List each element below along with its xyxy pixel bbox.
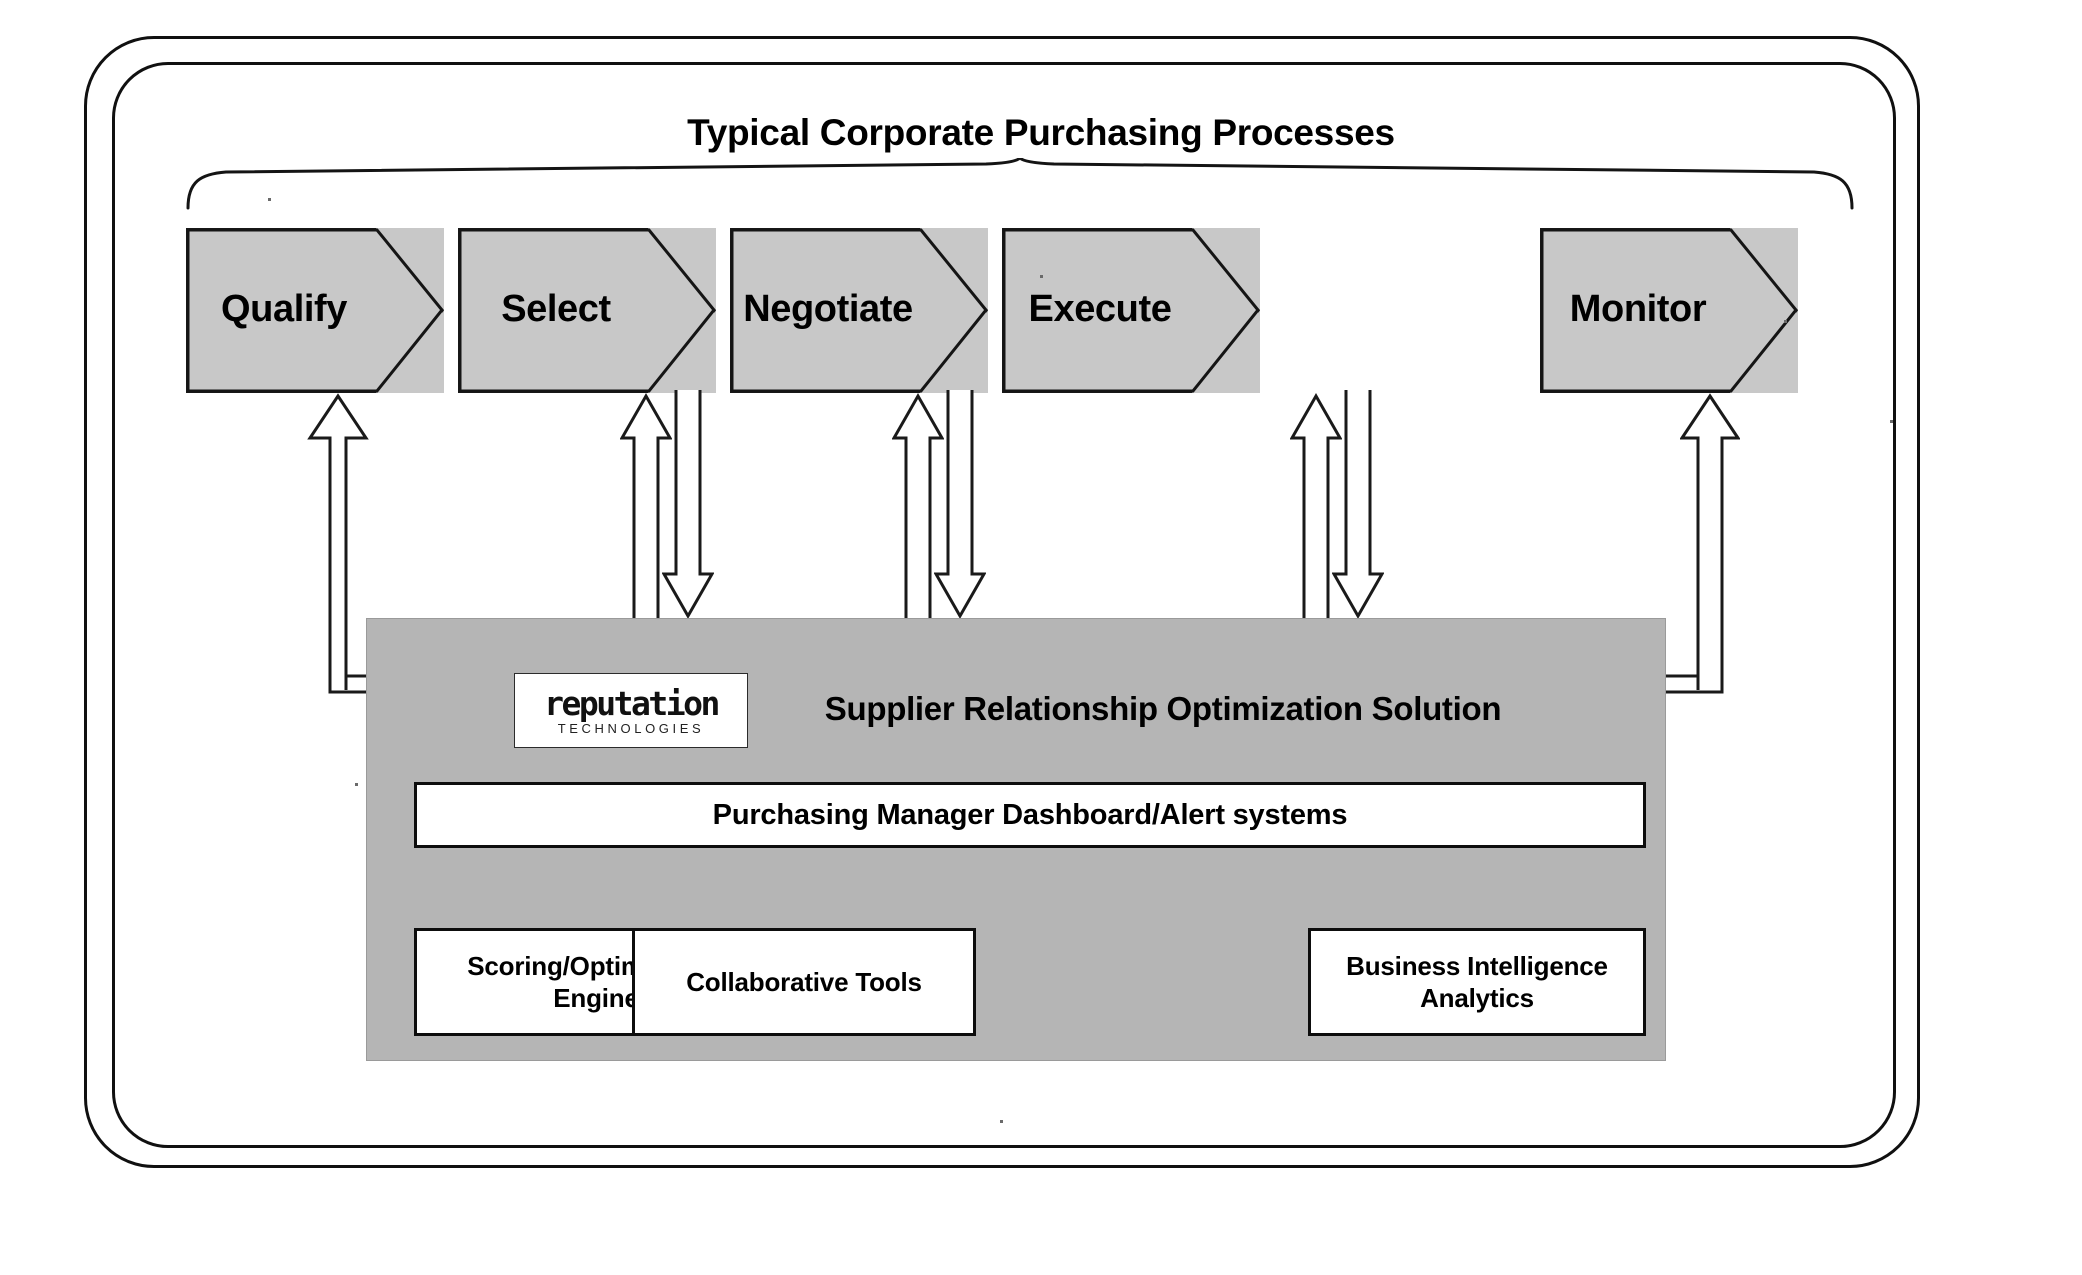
- component-box-collaborative-tools[interactable]: Collaborative Tools: [632, 928, 976, 1036]
- process-step-select[interactable]: Select: [458, 228, 716, 393]
- scan-speck: [1784, 320, 1787, 323]
- solution-panel-heading: Supplier Relationship Optimization Solut…: [824, 690, 1502, 727]
- process-step-qualify[interactable]: Qualify: [186, 228, 444, 393]
- process-step-execute[interactable]: Execute: [1002, 228, 1260, 393]
- diagram-canvas: Typical Corporate Purchasing Processes Q…: [0, 0, 2082, 1275]
- process-step-label: Qualify: [220, 288, 347, 330]
- connector-negotiate-down: [934, 390, 986, 622]
- scan-speck: [1890, 420, 1893, 423]
- component-box-business-intelligence-analytics[interactable]: Business Intelligence Analytics: [1308, 928, 1646, 1036]
- connector-select-down: [662, 390, 714, 622]
- process-step-label: Negotiate: [743, 288, 913, 330]
- process-step-label: Execute: [1028, 288, 1172, 330]
- logo-wordmark: reputation: [544, 683, 720, 723]
- scan-speck: [355, 783, 358, 786]
- process-step-label: Select: [501, 288, 611, 330]
- process-step-monitor[interactable]: Monitor: [1540, 228, 1798, 393]
- dashboard-alert-box[interactable]: Purchasing Manager Dashboard/Alert syste…: [414, 782, 1646, 848]
- scan-speck: [1000, 1120, 1003, 1123]
- process-step-negotiate[interactable]: Negotiate: [730, 228, 988, 393]
- connector-execute-down: [1332, 390, 1384, 622]
- scan-speck: [268, 198, 271, 201]
- connector-monitor-up: [1680, 390, 1740, 690]
- process-step-label: Monitor: [1569, 288, 1707, 330]
- reputation-technologies-logo: reputation TECHNOLOGIES: [514, 673, 748, 748]
- logo-tagline: TECHNOLOGIES: [557, 720, 705, 736]
